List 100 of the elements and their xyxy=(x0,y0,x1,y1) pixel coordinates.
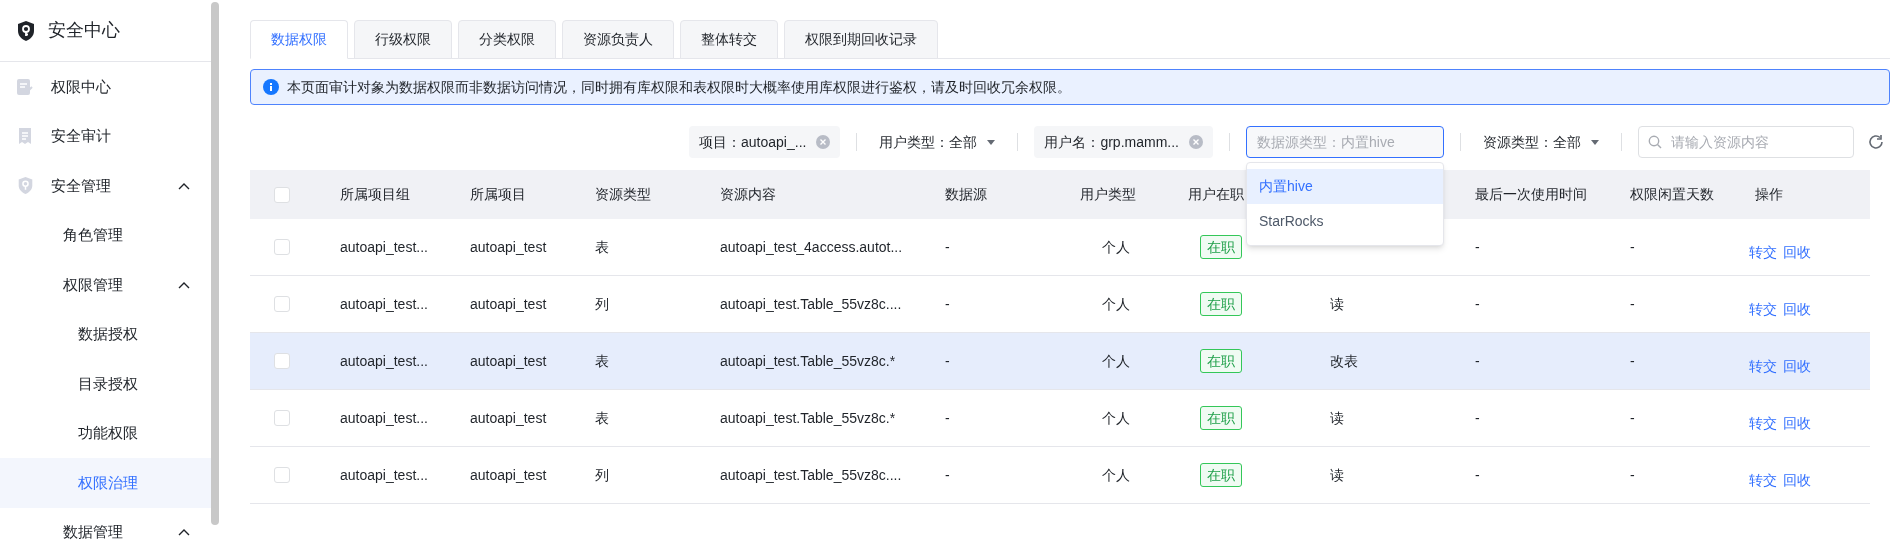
table-cell: - xyxy=(1475,466,1480,483)
refresh-icon[interactable] xyxy=(1868,134,1884,150)
table-cell: - xyxy=(1475,295,1480,312)
caret-icon xyxy=(178,528,190,537)
column-header: 数据源 xyxy=(945,186,987,202)
dropdown-option[interactable]: StarRocks xyxy=(1247,204,1443,239)
column-header: 所属项目 xyxy=(470,186,526,202)
table-cell: 表 xyxy=(595,409,609,426)
sidebar-item[interactable]: 目录授权 xyxy=(0,359,212,409)
action-link[interactable]: 回收 xyxy=(1783,241,1811,263)
column-header: 用户在职 xyxy=(1188,186,1244,202)
checkbox[interactable] xyxy=(274,186,290,203)
table-cell: 列 xyxy=(595,295,609,312)
sidebar-item[interactable]: 角色管理 xyxy=(0,210,212,260)
action-link[interactable]: 转交 xyxy=(1749,469,1777,491)
column-header: 所属项目组 xyxy=(340,186,410,202)
table-cell: - xyxy=(1475,409,1480,426)
status-badge: 在职 xyxy=(1200,292,1242,316)
filter-select[interactable]: 用户类型：全部 xyxy=(873,126,1002,158)
table-cell: 读 xyxy=(1330,409,1344,426)
table-cell: autoapi_test.Table_55vz8c.* xyxy=(720,352,896,369)
sidebar-item[interactable]: 权限治理 xyxy=(0,458,212,508)
action-link[interactable]: 回收 xyxy=(1783,412,1811,434)
checkbox[interactable] xyxy=(274,467,290,483)
action-link[interactable]: 转交 xyxy=(1749,355,1777,377)
table-cell: autoapi_test.Table_55vz8c.... xyxy=(720,295,902,312)
datasource-select[interactable]: 数据源类型：内置hive xyxy=(1246,126,1444,158)
tab[interactable]: 行级权限 xyxy=(354,20,452,59)
table-cell: autoapi_test... xyxy=(340,466,428,483)
checkbox[interactable] xyxy=(274,353,290,369)
table-cell: autoapi_test... xyxy=(340,238,428,255)
checkbox[interactable] xyxy=(274,410,290,426)
search-icon xyxy=(1648,135,1662,149)
checkbox[interactable] xyxy=(274,239,290,255)
tab[interactable]: 资源负责人 xyxy=(562,20,674,59)
sidebar-item[interactable]: 数据授权 xyxy=(0,309,212,359)
table-cell: 表 xyxy=(595,352,609,369)
search-field[interactable]: 请输入资源内容 xyxy=(1638,126,1854,158)
sidebar-item[interactable]: 功能权限 xyxy=(0,408,212,458)
column-header: 最后一次使用时间 xyxy=(1475,186,1587,202)
shield-key-icon xyxy=(16,19,36,42)
tab[interactable]: 数据权限 xyxy=(250,20,348,59)
action-link[interactable]: 回收 xyxy=(1783,355,1811,377)
table-cell-text: 个人 xyxy=(1101,409,1130,426)
info-icon xyxy=(263,79,279,95)
action-link[interactable]: 转交 xyxy=(1749,298,1777,320)
table-cell: 读 xyxy=(1330,466,1344,483)
table-cell: autoapi_test xyxy=(470,352,547,369)
table-cell: - xyxy=(1475,352,1480,369)
table-cell: autoapi_test.Table_55vz8c.* xyxy=(720,409,896,426)
table-cell: - xyxy=(1630,295,1635,312)
clear-icon[interactable] xyxy=(816,135,831,149)
sidebar-title: 安全中心 xyxy=(48,19,120,42)
table-cell-text: 个人 xyxy=(1101,238,1130,255)
checkbox[interactable] xyxy=(274,296,290,312)
filter-select[interactable]: 资源类型：全部 xyxy=(1477,126,1605,158)
table-cell: - xyxy=(945,238,950,255)
clear-icon[interactable] xyxy=(1189,135,1203,149)
status-badge: 在职 xyxy=(1200,349,1242,373)
sidebar-item[interactable]: 权限中心 xyxy=(0,62,212,112)
table-cell: - xyxy=(1630,352,1635,369)
table-cell: - xyxy=(1630,466,1635,483)
caret-icon xyxy=(178,280,190,289)
table-cell: autoapi_test xyxy=(470,466,547,483)
table-cell: autoapi_test.Table_55vz8c.... xyxy=(720,466,902,483)
table-cell: - xyxy=(945,352,950,369)
column-header: 权限闲置天数 xyxy=(1630,186,1714,202)
action-link[interactable]: 回收 xyxy=(1783,298,1811,320)
table-cell: - xyxy=(945,295,950,312)
table-cell: 列 xyxy=(595,466,609,483)
table-cell: - xyxy=(1630,238,1635,255)
dropdown-option[interactable]: 内置hive xyxy=(1247,169,1443,204)
dropdown-arrow-icon xyxy=(1591,139,1599,145)
shield-key-icon xyxy=(16,176,34,196)
status-badge: 在职 xyxy=(1200,463,1242,487)
table-cell: autoapi_test xyxy=(470,295,547,312)
tab[interactable]: 整体转交 xyxy=(680,20,778,59)
action-link[interactable]: 回收 xyxy=(1783,469,1811,491)
notice-text: 本页面审计对象为数据权限而非数据访问情况，同时拥有库权限和表权限时大概率使用库权限进行鉴权，请及时回收冗余权限。 xyxy=(287,77,1071,97)
sidebar-item[interactable]: 安全审计 xyxy=(0,111,212,161)
action-link[interactable]: 转交 xyxy=(1749,412,1777,434)
sidebar-item[interactable]: 安全管理 xyxy=(0,161,212,211)
column-header: 资源内容 xyxy=(720,186,776,202)
table-cell: - xyxy=(945,409,950,426)
table-cell-text: 个人 xyxy=(1101,352,1130,369)
dropdown-arrow-icon xyxy=(987,139,996,145)
sidebar-item[interactable]: 数据管理 xyxy=(0,507,212,557)
action-link[interactable]: 转交 xyxy=(1749,241,1777,263)
filter-chip[interactable]: 项目：autoapi_... xyxy=(689,126,841,158)
table-cell: 表 xyxy=(595,238,609,255)
caret-icon xyxy=(178,181,190,190)
tab[interactable]: 权限到期回收记录 xyxy=(784,20,938,59)
tab[interactable]: 分类权限 xyxy=(458,20,556,59)
column-header: 操作 xyxy=(1755,186,1783,202)
filter-chip[interactable]: 用户名：grp.mamm... xyxy=(1034,126,1213,158)
table-cell: 改表 xyxy=(1330,352,1358,369)
table-cell-text: 个人 xyxy=(1101,466,1130,483)
table-cell-text: 个人 xyxy=(1101,295,1130,312)
sidebar-item[interactable]: 权限管理 xyxy=(0,260,212,310)
table-cell: - xyxy=(1630,409,1635,426)
